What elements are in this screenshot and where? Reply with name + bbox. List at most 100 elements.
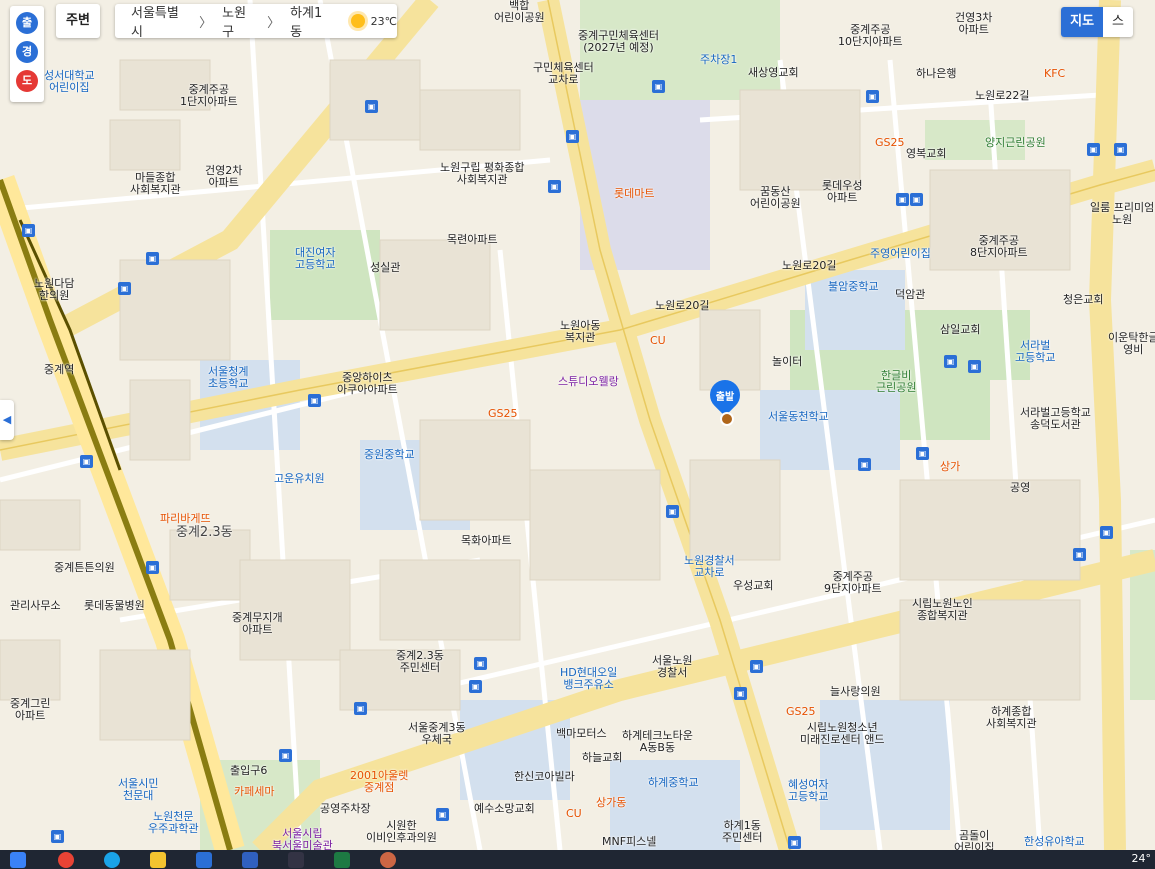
map-label[interactable]: KFC — [1044, 68, 1065, 80]
bus-stop-icon[interactable]: ▣ — [365, 100, 378, 113]
map-label[interactable]: 2001아울렛 중계점 — [350, 770, 408, 794]
bus-stop-icon[interactable]: ▣ — [866, 90, 879, 103]
map-label[interactable]: 불암중학교 — [828, 281, 879, 293]
bus-stop-icon[interactable]: ▣ — [916, 447, 929, 460]
bus-stop-icon[interactable]: ▣ — [910, 193, 923, 206]
bus-stop-icon[interactable]: ▣ — [548, 180, 561, 193]
map-label[interactable]: 시립노원노인 종합복지관 — [912, 598, 973, 622]
bus-stop-icon[interactable]: ▣ — [146, 561, 159, 574]
edge-icon[interactable] — [104, 852, 120, 868]
map-label[interactable]: 한글비 근린공원 — [876, 370, 916, 394]
map-label[interactable]: 백합 어린이공원 — [494, 0, 545, 24]
bus-stop-icon[interactable]: ▣ — [469, 680, 482, 693]
bus-stop-icon[interactable]: ▣ — [858, 458, 871, 471]
map-label[interactable]: 곰돌이 어린이집 — [954, 830, 994, 851]
map-label[interactable]: 하늘교회 — [582, 752, 622, 764]
map-type-map[interactable]: 지도 — [1061, 7, 1104, 37]
breadcrumb-dong[interactable]: 하계1동 — [290, 2, 333, 40]
map-label[interactable]: 노원아동 복지관 — [560, 320, 600, 344]
bus-stop-icon[interactable]: ▣ — [734, 687, 747, 700]
map-label[interactable]: 롯데마트 — [614, 188, 654, 200]
map-label[interactable]: MNF피스넬 — [602, 836, 656, 848]
bus-stop-icon[interactable]: ▣ — [354, 702, 367, 715]
map-label[interactable]: 서울노원 경찰서 — [652, 655, 692, 679]
map-label[interactable]: 중계주공 8단지아파트 — [970, 235, 1028, 259]
map-label[interactable]: 중계주공 9단지아파트 — [824, 571, 882, 595]
bus-stop-icon[interactable]: ▣ — [666, 505, 679, 518]
map-label[interactable]: 노원천문 우주과학관 — [148, 811, 199, 835]
map-label[interactable]: 중계튼튼의원 — [54, 562, 115, 574]
map-label[interactable]: 상가동 — [596, 797, 626, 809]
origin-marker[interactable]: 출발 — [703, 373, 747, 426]
map-label[interactable]: 하계1동 주민센터 — [722, 820, 762, 844]
map-label[interactable]: GS25 — [488, 408, 518, 420]
map-label[interactable]: 서울시민 천문대 — [118, 778, 158, 802]
map-label[interactable]: 중앙하이츠 아쿠아아파트 — [337, 372, 398, 396]
bus-stop-icon[interactable]: ▣ — [22, 224, 35, 237]
map-label[interactable]: 카페세마 — [234, 786, 274, 798]
map-label[interactable]: 노원경찰서 교차로 — [684, 555, 735, 579]
map-label[interactable]: 출입구6 — [230, 765, 267, 777]
bus-stop-icon[interactable]: ▣ — [788, 836, 801, 849]
app-icon[interactable] — [288, 852, 304, 868]
bus-stop-icon[interactable]: ▣ — [436, 808, 449, 821]
map-label[interactable]: 구민체육센터 교차로 — [533, 62, 594, 86]
file-explorer-icon[interactable] — [150, 852, 166, 868]
map-label[interactable]: 서라벌 고등학교 — [1015, 340, 1055, 364]
bus-stop-icon[interactable]: ▣ — [118, 282, 131, 295]
map-label[interactable]: 중계주공 10단지아파트 — [838, 24, 903, 48]
map-label[interactable]: 마들종합 사회복지관 — [130, 172, 181, 196]
map-label[interactable]: 노원로20길 — [655, 300, 709, 312]
map-label[interactable]: 중계그린 아파트 — [10, 698, 50, 722]
map-label[interactable]: 서울동천학교 — [768, 411, 829, 423]
map-label[interactable]: 성서대학교 어린이집 — [44, 70, 95, 94]
map-label[interactable]: 일룸 프리미엄 노원 — [1090, 202, 1154, 226]
map-label[interactable]: 새상영교회 — [748, 67, 799, 79]
bus-stop-icon[interactable]: ▣ — [474, 657, 487, 670]
map-label[interactable]: 늘사랑의원 — [830, 686, 881, 698]
bus-stop-icon[interactable]: ▣ — [944, 355, 957, 368]
map-type-satellite[interactable]: 스 — [1103, 7, 1133, 37]
weather-widget[interactable]: 24° — [1132, 852, 1152, 865]
bus-stop-icon[interactable]: ▣ — [896, 193, 909, 206]
bus-stop-icon[interactable]: ▣ — [968, 360, 981, 373]
map-label[interactable]: 중계2.3동 — [176, 526, 233, 539]
map-label[interactable]: 관리사무소 — [10, 600, 61, 612]
map-label[interactable]: 양지근린공원 — [985, 137, 1046, 149]
map-label[interactable]: 대진여자 고등학교 — [295, 247, 335, 271]
map-label[interactable]: 목화아파트 — [461, 535, 512, 547]
map-label[interactable]: 놀이터 — [772, 356, 802, 368]
chrome-icon[interactable] — [58, 852, 74, 868]
map-label[interactable]: 공영 — [1010, 482, 1030, 494]
windows-start-icon[interactable] — [10, 852, 26, 868]
map-label[interactable]: CU — [566, 808, 582, 820]
map-label[interactable]: 하계종합 사회복지관 — [986, 706, 1037, 730]
map-label[interactable]: 예수소망교회 — [474, 803, 535, 815]
map-label[interactable]: 성실관 — [370, 262, 400, 274]
map-label[interactable]: 건영2차 아파트 — [205, 165, 242, 189]
bus-stop-icon[interactable]: ▣ — [566, 130, 579, 143]
map-label[interactable]: 백마모터스 — [556, 728, 607, 740]
store-icon[interactable] — [196, 852, 212, 868]
map-label[interactable]: 서울청계 초등학교 — [208, 366, 248, 390]
map-label[interactable]: 꿈동산 어린이공원 — [750, 186, 801, 210]
route-via-button[interactable]: 경 — [16, 41, 38, 63]
bus-stop-icon[interactable]: ▣ — [750, 660, 763, 673]
map-label[interactable]: 이운탁한글 영비 — [1108, 332, 1155, 356]
map-label[interactable]: 혜성여자 고등학교 — [788, 779, 828, 803]
map-label[interactable]: 서울중계3동 우체국 — [408, 722, 466, 746]
breadcrumb-city[interactable]: 서울특별시 — [131, 2, 189, 40]
map-label[interactable]: 중계2.3동 주민센터 — [396, 650, 444, 674]
excel-icon[interactable] — [334, 852, 350, 868]
map-label[interactable]: 중계주공 1단지아파트 — [180, 84, 238, 108]
nearby-button[interactable]: 주변 — [56, 4, 100, 38]
map-label[interactable]: 공영주차장 — [320, 803, 371, 815]
map-label[interactable]: 삼일교회 — [940, 324, 980, 336]
map-label[interactable]: 시립노원청소년 미래진로센터 앤드 — [800, 722, 884, 746]
map-label[interactable]: 고운유치원 — [274, 473, 325, 485]
bus-stop-icon[interactable]: ▣ — [1114, 143, 1127, 156]
map-label[interactable]: 서울시립 북서울미술관 — [272, 828, 333, 851]
map-label[interactable]: 시원한 이비인후과의원 — [366, 820, 437, 844]
map-label[interactable]: 스튜디오웰랑 — [558, 376, 619, 388]
map-label[interactable]: 롯데우성 아파트 — [822, 180, 862, 204]
